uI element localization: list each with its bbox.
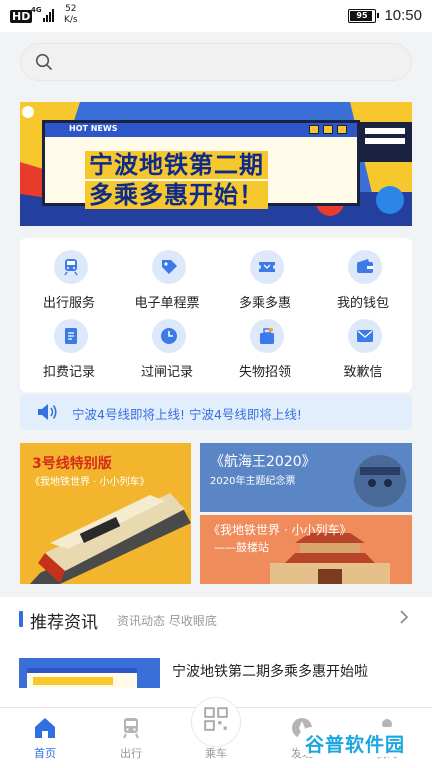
menu-item-wallet[interactable]: 我的钱包 — [314, 250, 412, 316]
menu-item-label: 多乘多惠 — [238, 296, 291, 311]
watermark-text: 谷普软件园 — [305, 734, 406, 756]
menu-item-label: 致歉信 — [343, 365, 383, 380]
document-icon — [54, 319, 88, 353]
promo-line3-special[interactable]: 3号线特别版 《我地铁世界 · 小小列车》 — [20, 443, 191, 584]
hero-banner[interactable]: HOT NEWS 宁波地铁第二期 多乘多惠开始！ — [20, 102, 412, 226]
tab-label: 出行 — [120, 747, 142, 760]
train-icon — [54, 250, 88, 284]
search-input[interactable] — [65, 44, 395, 80]
chevron-right-icon[interactable] — [396, 609, 412, 625]
window-titlebar: HOT NEWS — [45, 123, 357, 137]
announcement-text: 宁波4号线即将上线! 宁波4号线即将上线! — [72, 407, 302, 422]
battery-level: 95 — [356, 11, 368, 20]
menu-item-gate-records[interactable]: 过闸记录 — [118, 319, 216, 385]
speaker-icon — [38, 404, 57, 420]
menu-item-label: 出行服务 — [42, 296, 95, 311]
qr-code-icon — [204, 707, 228, 731]
lost-found-icon — [250, 319, 284, 353]
character-illustration — [354, 455, 406, 507]
promo-subtitle: 2020年主题纪念票 — [210, 476, 296, 487]
menu-item-lost-found[interactable]: 失物招领 — [216, 319, 314, 385]
promo-subtitle: 《我地铁世界 · 小小列车》 — [30, 477, 150, 488]
tab-home[interactable]: 首页 — [2, 708, 88, 768]
tab-label: 首页 — [34, 747, 56, 760]
hot-news-window: HOT NEWS 宁波地铁第二期 多乘多惠开始！ — [42, 120, 360, 209]
minimize-icon — [309, 125, 319, 134]
tab-ride[interactable]: 乘车 — [173, 697, 259, 768]
menu-item-label: 过闸记录 — [140, 365, 193, 380]
coupon-icon — [250, 250, 284, 284]
promo-subtitle: ——鼓楼站 — [214, 541, 269, 554]
home-icon — [35, 718, 55, 738]
search-icon — [35, 53, 52, 70]
status-bar: HD 4G 52 K/s 95 10:50 — [0, 0, 432, 32]
recommended-news-section: 推荐资讯 资讯动态 尽收眼底 宁波地铁第二期多乘多惠开始啦 — [0, 597, 432, 707]
signal-icon: 4G — [31, 6, 59, 24]
promo-one-piece-2020[interactable]: 《航海王2020》 2020年主题纪念票 — [200, 443, 412, 512]
quick-menu-card: 出行服务 电子单程票 多乘多惠 我的钱包 扣费记录 过闸记录 失物招领 致歉信 — [20, 238, 412, 392]
section-subtitle: 资讯动态 尽收眼底 — [117, 614, 217, 628]
network-speed: 52 K/s — [64, 4, 78, 26]
menu-item-charge-records[interactable]: 扣费记录 — [20, 319, 118, 385]
promo-title: 《我地铁世界 · 小小列车》 — [208, 523, 352, 537]
maximize-icon — [323, 125, 333, 134]
news-item-title[interactable]: 宁波地铁第二期多乘多惠开始啦 — [172, 661, 368, 681]
announcement-bar[interactable]: 宁波4号线即将上线! 宁波4号线即将上线! — [20, 394, 412, 430]
menu-item-label: 失物招领 — [238, 365, 291, 380]
menu-item-travel-service[interactable]: 出行服务 — [20, 250, 118, 316]
clock-icon — [152, 319, 186, 353]
mail-icon — [348, 319, 382, 353]
section-title: 推荐资讯 — [30, 613, 98, 633]
menu-item-multi-ride[interactable]: 多乘多惠 — [216, 250, 314, 316]
metro-icon — [123, 718, 139, 739]
section-accent-bar — [19, 611, 23, 627]
menu-item-apology-letter[interactable]: 致歉信 — [314, 319, 412, 385]
promo-drum-tower-station[interactable]: 《我地铁世界 · 小小列车》 ——鼓楼站 — [200, 515, 412, 584]
battery-icon: 95 — [348, 9, 379, 23]
hot-news-tag: HOT NEWS — [69, 124, 118, 133]
speed-value: 52 — [65, 4, 77, 14]
site-watermark: 谷普软件园 — [297, 727, 427, 757]
promo-title: 《航海王2020》 — [210, 454, 316, 470]
search-bar[interactable] — [20, 43, 412, 81]
wallet-icon — [348, 250, 382, 284]
menu-item-e-ticket[interactable]: 电子单程票 — [118, 250, 216, 316]
menu-item-label: 扣费记录 — [42, 365, 95, 380]
tab-label: 乘车 — [205, 747, 227, 760]
speed-unit: K/s — [64, 15, 78, 25]
menu-item-label: 电子单程票 — [134, 296, 200, 311]
network-type: 4G — [31, 6, 42, 14]
menu-item-label: 我的钱包 — [336, 296, 389, 311]
promo-title: 3号线特别版 — [32, 456, 112, 472]
hd-indicator: HD — [10, 10, 33, 23]
ticket-tag-icon — [152, 250, 186, 284]
close-icon — [337, 125, 347, 134]
news-thumbnail[interactable] — [19, 658, 160, 688]
banner-headline-2: 多乘多惠开始！ — [85, 175, 268, 210]
clock: 10:50 — [384, 7, 422, 24]
tab-travel[interactable]: 出行 — [88, 708, 174, 768]
